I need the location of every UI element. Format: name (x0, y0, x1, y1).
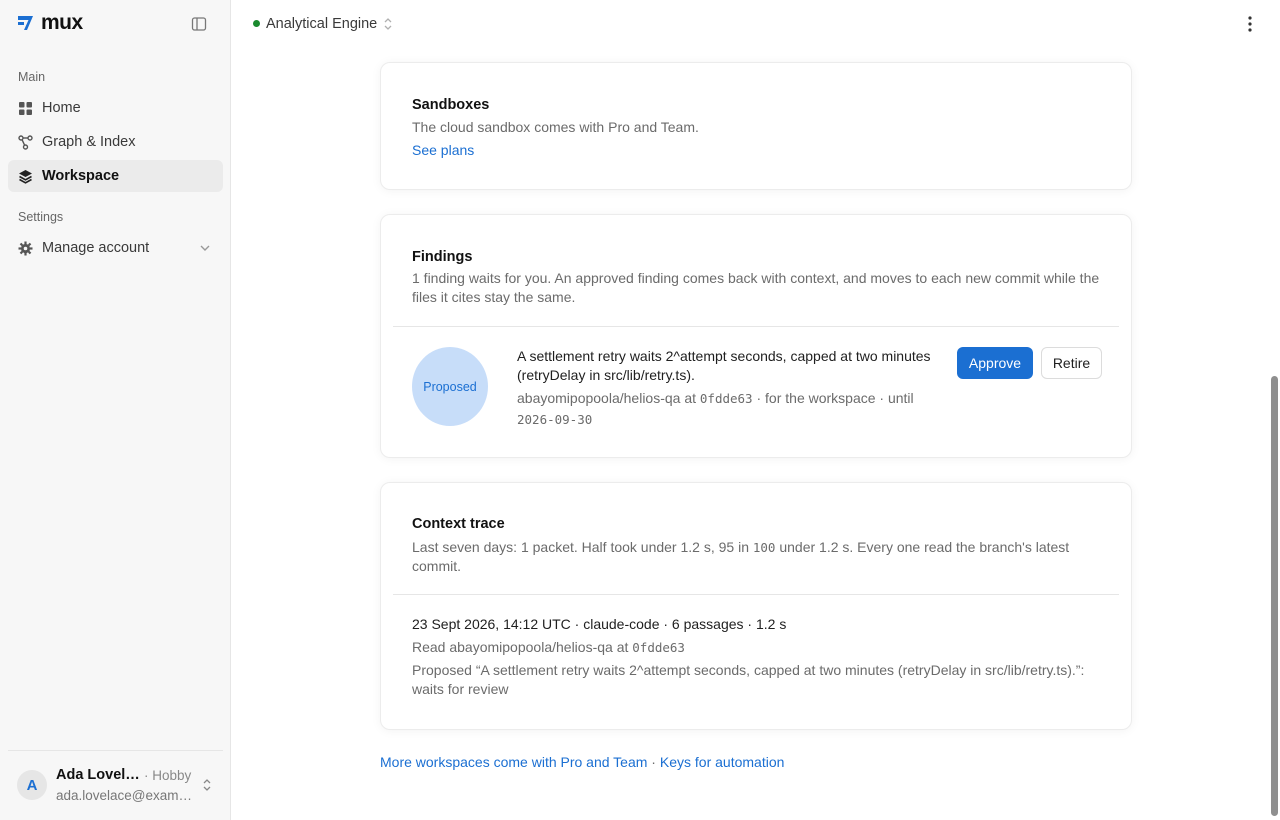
trace-entry-head: 23 Sept 2026, 14:12 UTC · claude-code · … (412, 616, 787, 632)
divider (393, 594, 1119, 595)
footer-separator: · (647, 754, 660, 770)
sidebar-item-home[interactable]: Home (8, 92, 223, 124)
card-title: Sandboxes (412, 97, 490, 113)
sidebar-item-label: Manage account (42, 240, 150, 256)
finding-scope: · for the workspace · until (756, 390, 914, 406)
workspace-name[interactable]: Analytical Engine (266, 16, 377, 32)
user-name: Ada Lovelace (56, 767, 140, 783)
sidebar-item-label: Graph & Index (42, 134, 136, 150)
finding-claim: A settlement retry waits 2^attempt secon… (517, 348, 931, 383)
more-options-icon[interactable] (1242, 15, 1258, 33)
retire-button[interactable]: Retire (1041, 347, 1102, 379)
sidebar-item-workspace[interactable]: Workspace (8, 160, 223, 192)
see-plans-link[interactable]: See plans (412, 141, 474, 160)
findings-card: Findings 1 finding waits for you. An app… (380, 214, 1132, 458)
context-trace-card: Context trace Last seven days: 1 packet.… (380, 482, 1132, 730)
trace-read-commit: 0fdde63 (632, 640, 685, 655)
gear-icon (18, 241, 33, 255)
sandboxes-card: Sandboxes The cloud sandbox comes with P… (380, 62, 1132, 190)
mux-logo-icon (18, 16, 33, 30)
card-text: The cloud sandbox comes with Pro and Tea… (412, 119, 699, 135)
card-title: Context trace (412, 516, 505, 532)
footer-links: More workspaces come with Pro and Team ·… (380, 754, 784, 770)
sidebar: mux Main Home Graph & Index Workspace Se… (0, 0, 231, 820)
card-title: Findings (412, 249, 473, 265)
avatar: A (17, 770, 47, 800)
sidebar-item-graph-index[interactable]: Graph & Index (8, 126, 223, 158)
status-dot (253, 20, 260, 27)
finding-commit: 0fdde63 (699, 391, 753, 406)
nav-section-settings: Settings (18, 210, 64, 224)
trace-read-prefix: Read abayomipopoola/helios-qa at (412, 639, 629, 655)
scrollbar-thumb[interactable] (1271, 376, 1278, 816)
nav-section-main: Main (18, 70, 46, 84)
user-email: ada.lovelace@example.com (56, 788, 194, 803)
sidebar-item-label: Home (42, 100, 81, 116)
home-icon (19, 101, 32, 115)
more-workspaces-link[interactable]: More workspaces come with Pro and Team (380, 754, 647, 770)
chevron-up-down-icon[interactable] (383, 17, 393, 31)
finding-until: 2026-09-30 (517, 412, 593, 427)
brand-logo[interactable]: mux (16, 11, 83, 34)
trace-summary: Last seven days: 1 packet. Half took und… (412, 538, 1102, 576)
sidebar-item-manage-account[interactable]: Manage account (8, 232, 223, 264)
trace-entry-proposed: Proposed “A settlement retry waits 2^att… (412, 662, 1085, 697)
finding-repo: abayomipopoola/helios-qa at (517, 390, 697, 406)
card-text: 1 finding waits for you. An approved fin… (412, 270, 1100, 305)
status-badge: Proposed (412, 347, 488, 426)
graph-icon (18, 134, 33, 150)
trace-entry-read: Read abayomipopoola/helios-qa at 0fdde63 (412, 638, 1102, 657)
chevron-down-icon[interactable] (199, 242, 211, 254)
layers-icon (19, 169, 32, 184)
keys-for-automation-link[interactable]: Keys for automation (660, 754, 785, 770)
sidebar-toggle-icon[interactable] (191, 16, 207, 32)
user-card[interactable]: A Ada Lovelace · Hobby ada.lovelace@exam… (8, 750, 223, 820)
brand-name: mux (41, 11, 83, 34)
sidebar-item-label: Workspace (42, 168, 120, 184)
user-plan: · Hobby (144, 768, 192, 783)
chevron-up-down-icon[interactable] (202, 778, 212, 792)
finding-meta: abayomipopoola/helios-qa at 0fdde63 · fo… (517, 388, 937, 430)
approve-button[interactable]: Approve (957, 347, 1033, 379)
trace-summary-before: Last seven days: 1 packet. Half took und… (412, 539, 749, 555)
topbar: Analytical Engine (232, 0, 1280, 48)
trace-summary-count: 100 (752, 540, 776, 555)
divider (393, 326, 1119, 327)
